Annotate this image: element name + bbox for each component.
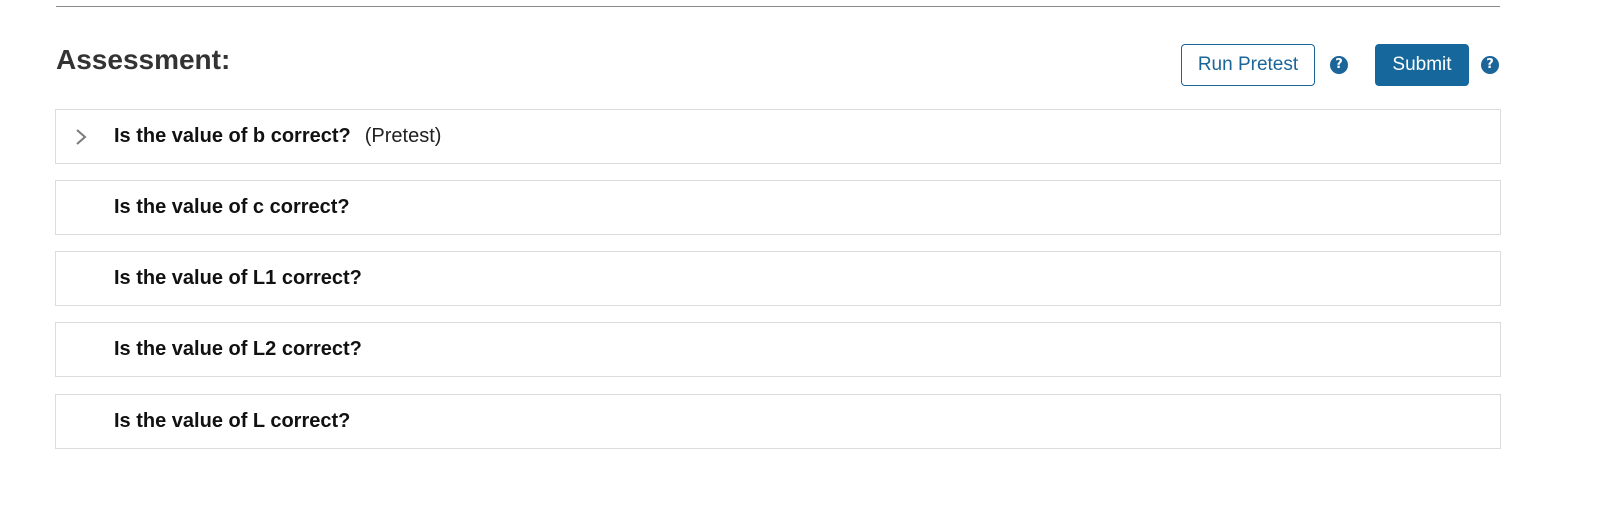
question-item-l1: Is the value of L1 correct? <box>55 251 1501 306</box>
pretest-help-icon[interactable]: ? <box>1330 56 1348 74</box>
question-text: Is the value of c correct? <box>114 196 350 218</box>
assessment-page: Assessment: Run Pretest ? Submit ? Is th… <box>0 0 1624 517</box>
question-item-l: Is the value of L correct? <box>55 394 1501 449</box>
question-text: Is the value of L1 correct? <box>114 267 362 289</box>
pretest-note: (Pretest) <box>364 125 442 147</box>
question-item-b[interactable]: Is the value of b correct? (Pretest) <box>55 109 1501 164</box>
section-heading: Assessment: <box>56 44 231 75</box>
question-item-c: Is the value of c correct? <box>55 180 1501 235</box>
question-item-l2: Is the value of L2 correct? <box>55 322 1501 377</box>
chevron-right-icon[interactable] <box>74 128 88 146</box>
run-pretest-button[interactable]: Run Pretest <box>1181 44 1315 86</box>
question-label: Is the value of b correct? (Pretest) <box>114 110 441 163</box>
question-text: Is the value of L correct? <box>114 410 351 432</box>
question-text: Is the value of L2 correct? <box>114 338 362 360</box>
question-text: Is the value of b correct? <box>114 125 351 147</box>
submit-help-icon[interactable]: ? <box>1481 56 1499 74</box>
submit-button[interactable]: Submit <box>1375 44 1469 86</box>
divider <box>56 6 1500 7</box>
